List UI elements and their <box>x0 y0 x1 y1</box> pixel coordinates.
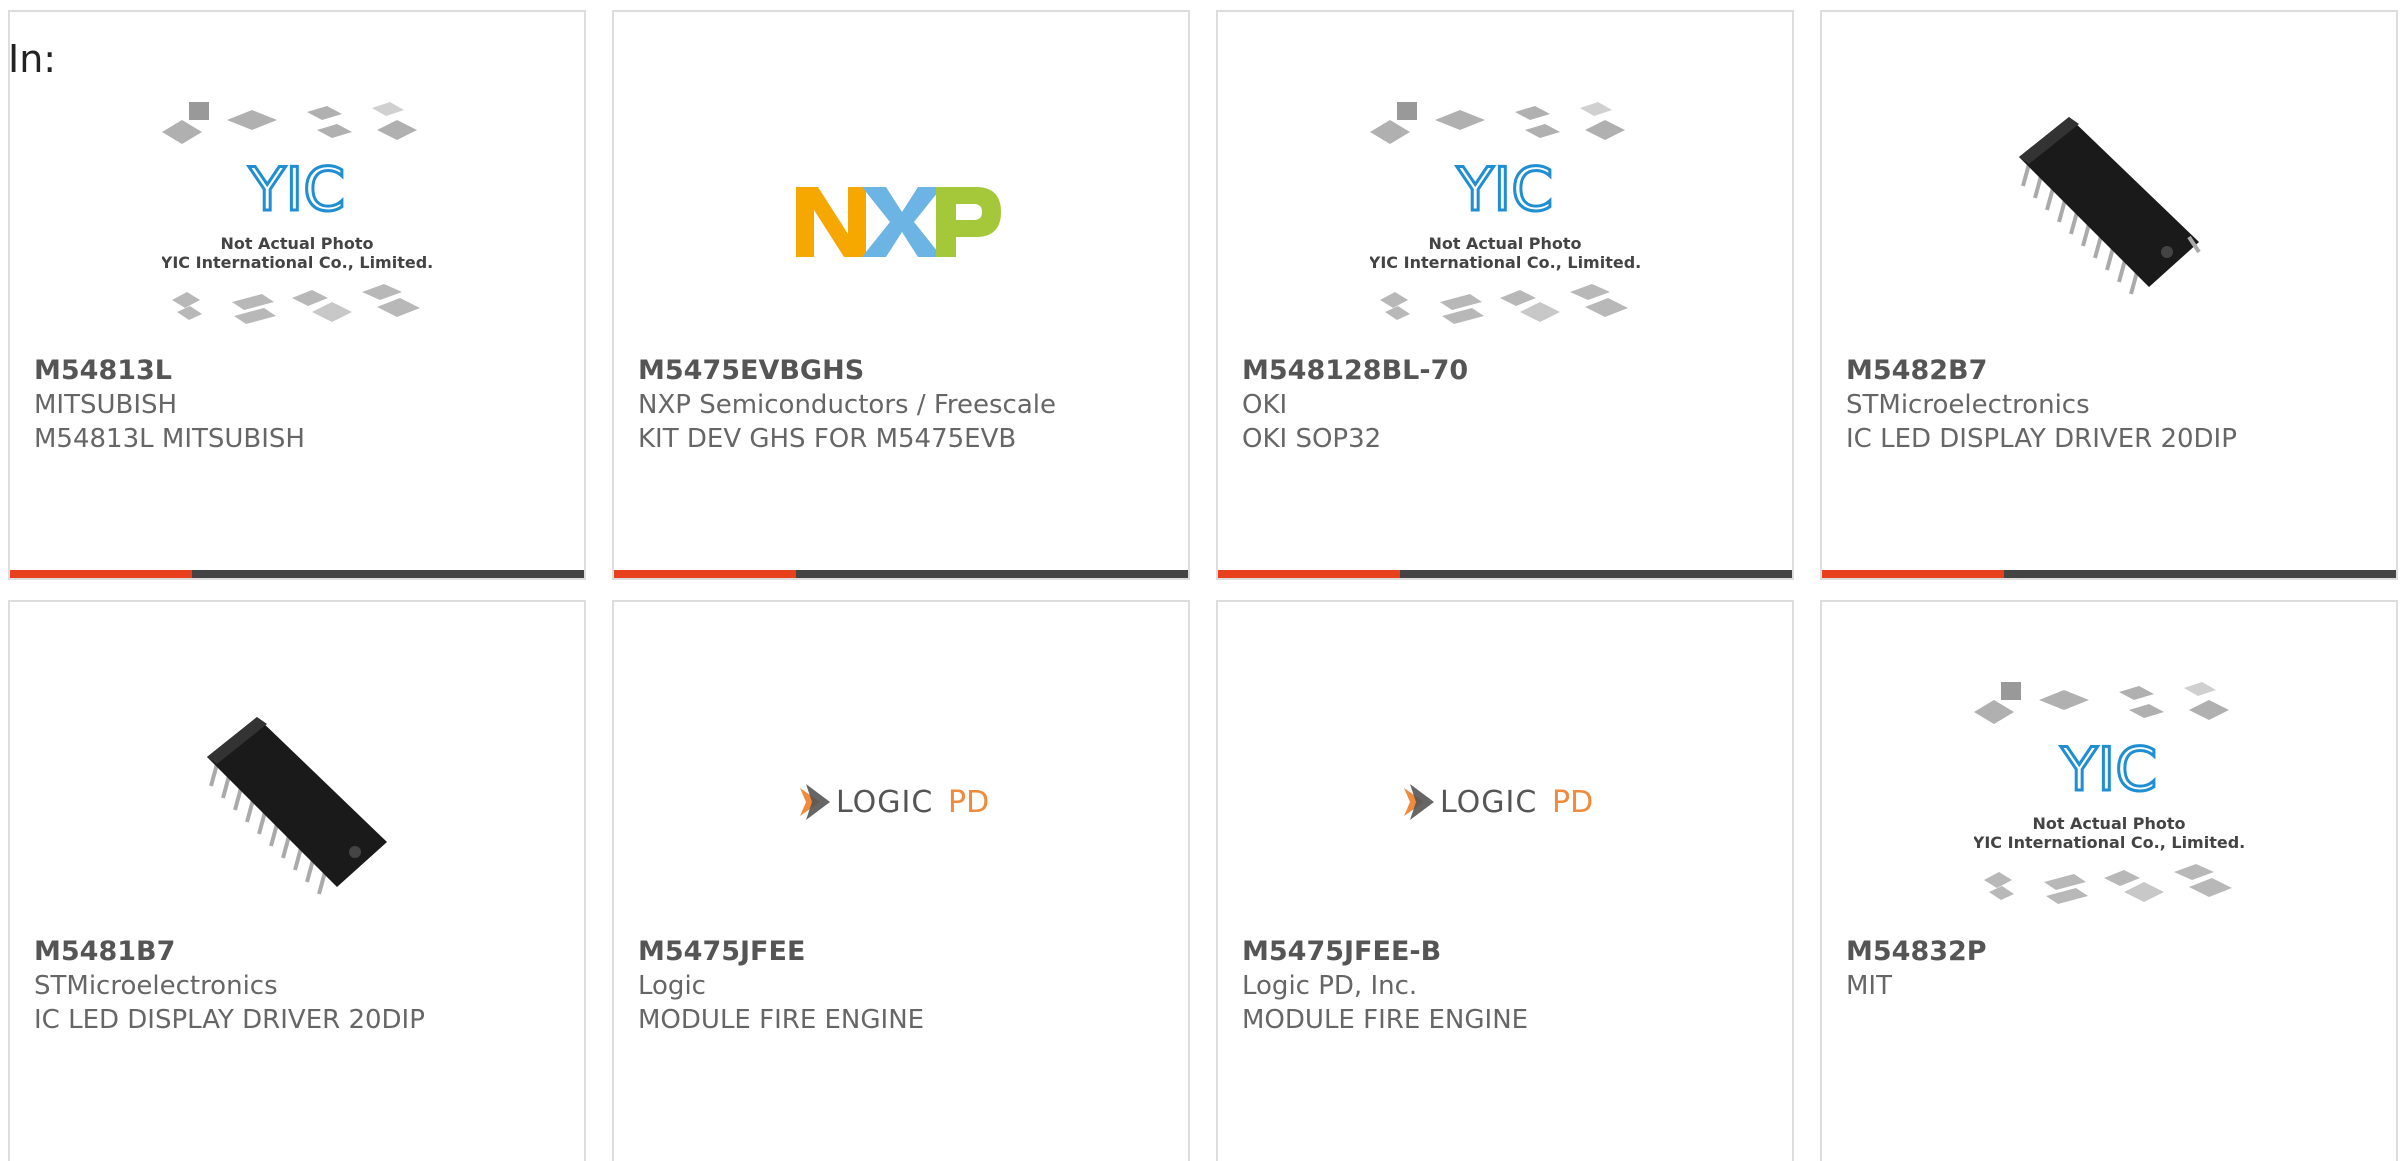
product-card[interactable]: M5482B7 STMicroelectronics IC LED DISPLA… <box>1820 10 2398 580</box>
product-card[interactable]: LOGIC PD M5475JFEE Logic MODULE FIRE ENG… <box>612 600 1190 1161</box>
yic-placeholder-icon: YIC Not Actual Photo YIC International C… <box>1370 102 1640 324</box>
svg-text:YIC International Co., Limited: YIC International Co., Limited. <box>162 253 432 272</box>
card-accent-bar <box>614 570 796 578</box>
logicpd-logo-icon: LOGIC PD <box>800 784 989 820</box>
svg-text:Not Actual Photo: Not Actual Photo <box>1428 234 1581 253</box>
svg-text:Not Actual Photo: Not Actual Photo <box>2032 814 2185 833</box>
svg-text:YIC: YIC <box>2060 735 2157 805</box>
description: KIT DEV GHS FOR M5475EVB <box>638 424 1017 454</box>
product-card[interactable]: YIC Not Actual Photo YIC International C… <box>8 10 586 580</box>
svg-text:YIC International Co., Limited: YIC International Co., Limited. <box>1974 833 2244 852</box>
product-image[interactable] <box>10 672 584 932</box>
svg-text:LOGIC: LOGIC <box>1440 785 1537 820</box>
product-info: M5475JFEE Logic MODULE FIRE ENGINE <box>638 935 1178 1037</box>
svg-text:PD: PD <box>948 785 989 820</box>
part-number[interactable]: M5481B7 <box>34 935 574 969</box>
product-card[interactable]: M5475EVBGHS NXP Semiconductors / Freesca… <box>612 10 1190 580</box>
placeholder-image[interactable]: YIC Not Actual Photo YIC International C… <box>10 92 584 352</box>
manufacturer: MIT <box>1846 971 1892 1001</box>
manufacturer: STMicroelectronics <box>34 971 278 1001</box>
part-number[interactable]: M54813L <box>34 354 574 388</box>
description: IC LED DISPLAY DRIVER 20DIP <box>1846 424 2237 454</box>
manufacturer: MITSUBISH <box>34 390 178 420</box>
part-number[interactable]: M54832P <box>1846 935 2386 969</box>
part-number[interactable]: M548128BL-70 <box>1242 354 1782 388</box>
manufacturer-logo[interactable]: LOGIC PD <box>614 672 1188 932</box>
svg-text:Not Actual Photo: Not Actual Photo <box>220 234 373 253</box>
dip-chip-icon <box>2019 117 2201 295</box>
manufacturer-logo[interactable]: LOGIC PD <box>1218 672 1792 932</box>
product-info: M5481B7 STMicroelectronics IC LED DISPLA… <box>34 935 574 1037</box>
card-accent-bar <box>1218 570 1400 578</box>
manufacturer: Logic <box>638 971 706 1001</box>
description: M54813L MITSUBISH <box>34 424 305 454</box>
card-footer-bar <box>1218 570 1792 578</box>
product-grid-page: In: YIC Not Actual Photo YIC Internation… <box>0 0 2400 1161</box>
part-number[interactable]: M5475JFEE-B <box>1242 935 1782 969</box>
description: OKI SOP32 <box>1242 424 1382 454</box>
product-info: M5475JFEE-B Logic PD, Inc. MODULE FIRE E… <box>1242 935 1782 1037</box>
part-number[interactable]: M5475EVBGHS <box>638 354 1178 388</box>
manufacturer-logo[interactable] <box>614 92 1188 352</box>
manufacturer: STMicroelectronics <box>1846 390 2090 420</box>
card-footer-bar <box>614 570 1188 578</box>
filter-label: In: <box>8 37 57 81</box>
product-info: M54813L MITSUBISH M54813L MITSUBISH <box>34 354 574 456</box>
yic-placeholder-icon: YIC Not Actual Photo YIC International C… <box>162 102 432 324</box>
nxp-logo-icon <box>796 187 1001 257</box>
part-number[interactable]: M5482B7 <box>1846 354 2386 388</box>
part-number[interactable]: M5475JFEE <box>638 935 1178 969</box>
product-image[interactable] <box>1822 72 2396 332</box>
product-card[interactable]: YIC Not Actual Photo YIC International C… <box>1820 600 2398 1161</box>
description: MODULE FIRE ENGINE <box>638 1005 925 1035</box>
product-card[interactable]: LOGIC PD M5475JFEE-B Logic PD, Inc. MODU… <box>1216 600 1794 1161</box>
svg-text:YIC International Co., Limited: YIC International Co., Limited. <box>1370 253 1640 272</box>
product-info: M5475EVBGHS NXP Semiconductors / Freesca… <box>638 354 1178 456</box>
manufacturer: NXP Semiconductors / Freescale <box>638 390 1057 420</box>
product-info: M54832P MIT <box>1846 935 2386 1003</box>
svg-text:YIC: YIC <box>248 155 345 225</box>
card-accent-bar <box>10 570 192 578</box>
product-info: M5482B7 STMicroelectronics IC LED DISPLA… <box>1846 354 2386 456</box>
dip-chip-icon <box>207 717 387 895</box>
placeholder-image[interactable]: YIC Not Actual Photo YIC International C… <box>1218 92 1792 352</box>
svg-text:YIC: YIC <box>1456 155 1553 225</box>
description: IC LED DISPLAY DRIVER 20DIP <box>34 1005 425 1035</box>
svg-text:LOGIC: LOGIC <box>836 785 933 820</box>
logicpd-logo-icon: LOGIC PD <box>1404 784 1593 820</box>
svg-text:PD: PD <box>1552 785 1593 820</box>
card-footer-bar <box>10 570 584 578</box>
yic-placeholder-icon: YIC Not Actual Photo YIC International C… <box>1974 682 2244 904</box>
product-info: M548128BL-70 OKI OKI SOP32 <box>1242 354 1782 456</box>
card-accent-bar <box>1822 570 2004 578</box>
manufacturer: Logic PD, Inc. <box>1242 971 1418 1001</box>
card-footer-bar <box>1822 570 2396 578</box>
manufacturer: OKI <box>1242 390 1288 420</box>
product-card[interactable]: M5481B7 STMicroelectronics IC LED DISPLA… <box>8 600 586 1161</box>
description: MODULE FIRE ENGINE <box>1242 1005 1529 1035</box>
placeholder-image[interactable]: YIC Not Actual Photo YIC International C… <box>1822 672 2396 932</box>
product-card[interactable]: YIC Not Actual Photo YIC International C… <box>1216 10 1794 580</box>
